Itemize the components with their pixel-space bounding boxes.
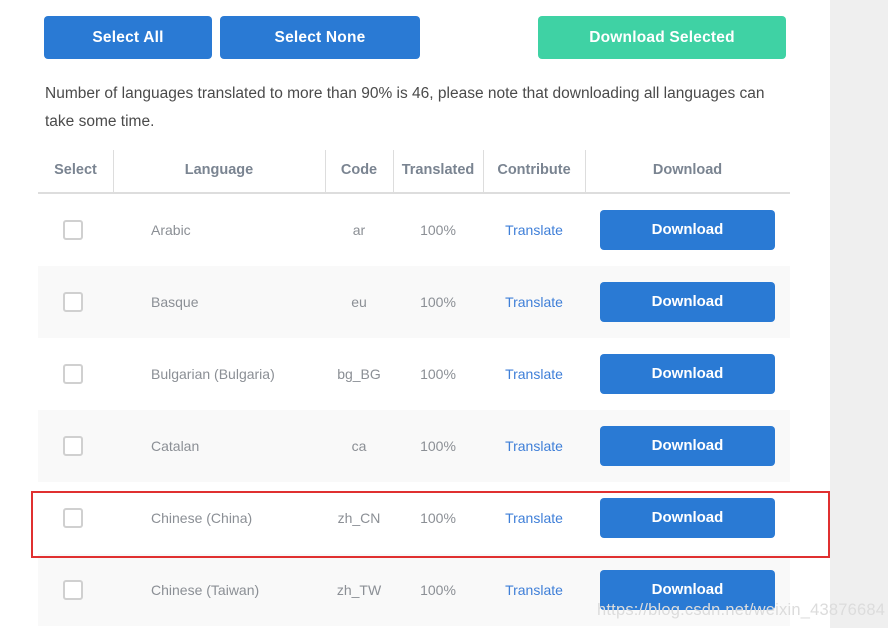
select-none-button[interactable]: Select None	[220, 16, 420, 59]
translate-link[interactable]: Translate	[505, 510, 563, 526]
column-header-select: Select	[54, 162, 97, 178]
row-checkbox[interactable]	[63, 436, 83, 456]
download-selected-button[interactable]: Download Selected	[538, 16, 786, 59]
row-language-code: eu	[351, 294, 367, 310]
row-select-cell	[38, 410, 113, 482]
languages-note-text: Number of languages translated to more t…	[45, 85, 765, 130]
row-download-cell: Download	[585, 482, 790, 554]
row-download-cell: Download	[585, 194, 790, 266]
translate-link[interactable]: Translate	[505, 582, 563, 598]
table-row: Arabic ar 100% Translate Download	[38, 194, 790, 266]
table-row: Basque eu 100% Translate Download	[38, 266, 790, 338]
download-button[interactable]: Download	[600, 210, 775, 250]
column-header-code: Code	[325, 148, 393, 192]
row-select-cell	[38, 194, 113, 266]
table-header-row: Select Language Code Translated Contribu…	[38, 148, 790, 194]
download-button[interactable]: Download	[600, 498, 775, 538]
select-all-button[interactable]: Select All	[44, 16, 212, 59]
row-download-cell: Download	[585, 266, 790, 338]
row-select-cell	[38, 482, 113, 554]
row-translated-percent: 100%	[420, 366, 456, 382]
column-header-translated: Translated	[393, 148, 483, 192]
row-language-name: Arabic	[151, 222, 191, 238]
download-button[interactable]: Download	[600, 282, 775, 322]
download-button[interactable]: Download	[600, 426, 775, 466]
table-row: Chinese (China) zh_CN 100% Translate Downloa…	[38, 482, 790, 554]
row-checkbox[interactable]	[63, 220, 83, 240]
row-download-cell: Download	[585, 410, 790, 482]
row-language-name: Bulgarian (Bulgaria)	[151, 366, 275, 382]
table-row: Catalan ca 100% Translate Download	[38, 410, 790, 482]
page-gutter	[830, 0, 888, 628]
translate-link[interactable]: Translate	[505, 294, 563, 310]
row-translated-percent: 100%	[420, 222, 456, 238]
row-contribute-cell: Translate	[483, 266, 585, 338]
row-translated-percent: 100%	[420, 510, 456, 526]
row-translated-percent: 100%	[420, 438, 456, 454]
row-translated-percent: 100%	[420, 294, 456, 310]
column-header-contribute: Contribute	[483, 148, 585, 192]
watermark-text: https://blog.csdn.net/weixin_43876684	[597, 601, 886, 619]
row-contribute-cell: Translate	[483, 482, 585, 554]
table-row: Bulgarian (Bulgaria) bg_BG 100% Translate Do…	[38, 338, 790, 410]
row-select-cell	[38, 338, 113, 410]
row-contribute-cell: Translate	[483, 554, 585, 626]
row-language-name: Chinese (Taiwan)	[151, 582, 260, 598]
action-toolbar: Select All Select None Download Selected	[44, 16, 786, 59]
row-select-cell	[38, 554, 113, 626]
row-language-name: Chinese (China)	[151, 510, 253, 526]
row-language-code: zh_CN	[337, 510, 381, 526]
row-language-code: ar	[352, 222, 366, 238]
languages-table: Select Language Code Translated Contribu…	[38, 148, 790, 626]
row-language-code: zh_TW	[336, 582, 382, 598]
row-contribute-cell: Translate	[483, 194, 585, 266]
translate-link[interactable]: Translate	[505, 366, 563, 382]
row-contribute-cell: Translate	[483, 338, 585, 410]
table-body: Arabic ar 100% Translate Download Basque eu 100…	[38, 194, 790, 626]
row-contribute-cell: Translate	[483, 410, 585, 482]
row-download-cell: Download	[585, 338, 790, 410]
content-area: Select All Select None Download Selected…	[0, 0, 830, 628]
row-language-code: bg_BG	[337, 366, 381, 382]
row-checkbox[interactable]	[63, 580, 83, 600]
row-translated-percent: 100%	[420, 582, 456, 598]
row-checkbox[interactable]	[63, 364, 83, 384]
column-header-download: Download	[585, 148, 790, 192]
column-header-language: Language	[113, 148, 325, 192]
row-checkbox[interactable]	[63, 292, 83, 312]
page-root: Select All Select None Download Selected…	[0, 0, 888, 628]
download-button[interactable]: Download	[600, 354, 775, 394]
row-language-name: Catalan	[151, 438, 200, 454]
row-language-code: ca	[351, 438, 367, 454]
translate-link[interactable]: Translate	[505, 438, 563, 454]
row-select-cell	[38, 266, 113, 338]
translate-link[interactable]: Translate	[505, 222, 563, 238]
row-language-name: Basque	[151, 294, 199, 310]
row-checkbox[interactable]	[63, 508, 83, 528]
